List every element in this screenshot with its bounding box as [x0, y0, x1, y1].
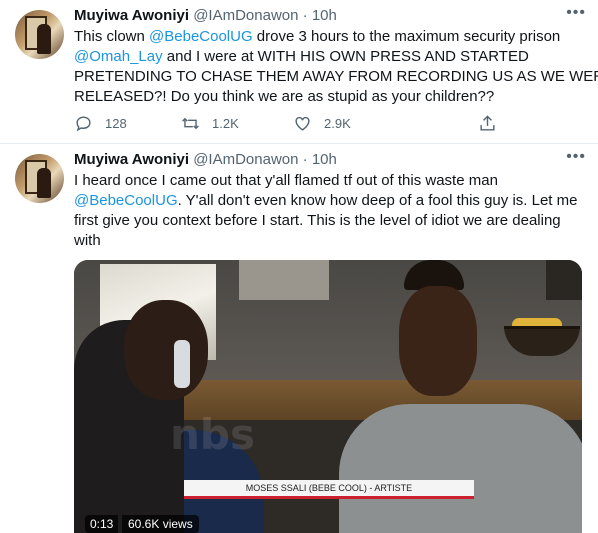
like-icon — [295, 116, 310, 131]
tweet-header: Muyiwa Awoniyi @IAmDonawon · 10h — [74, 6, 337, 26]
tweet[interactable]: Muyiwa Awoniyi @IAmDonawon · 10h ••• I h… — [0, 144, 598, 533]
timestamp[interactable]: 10h — [312, 151, 337, 168]
video-subject — [339, 404, 582, 533]
video-caption-bar — [184, 496, 474, 499]
share-button[interactable] — [478, 112, 509, 134]
reply-icon — [76, 115, 91, 131]
separator: · — [302, 151, 308, 168]
mention-link[interactable]: @BebeCoolUG — [74, 192, 178, 209]
like-count: 2.9K — [324, 115, 351, 131]
mention-link[interactable]: @BebeCoolUG — [149, 28, 253, 45]
text-span: I heard once I came out that y'all flame… — [74, 172, 498, 189]
video-views: 60.6K views — [122, 515, 199, 533]
video-watermark: nbs — [170, 410, 255, 459]
author-name[interactable]: Muyiwa Awoniyi — [74, 7, 189, 24]
avatar[interactable] — [15, 10, 64, 59]
video-player[interactable]: nbs MOSES SSALI (BEBE COOL) - ARTISTE 0:… — [74, 260, 582, 533]
video-interviewer — [124, 300, 208, 400]
tweet[interactable]: Muyiwa Awoniyi @IAmDonawon · 10h ••• Thi… — [0, 0, 598, 144]
video-caption: MOSES SSALI (BEBE COOL) - ARTISTE — [184, 480, 474, 496]
tweet-text: This clown @BebeCoolUG drove 3 hours to … — [74, 27, 598, 107]
text-span: . Y'all don't even know how deep of a fo… — [177, 192, 578, 209]
text-span: and I were at WITH HIS OWN PRESS AND STA… — [162, 48, 529, 65]
retweet-count: 1.2K — [212, 115, 239, 131]
text-span: drove 3 hours to the maximum security pr… — [252, 28, 561, 45]
mention-link[interactable]: @Omah_Lay — [74, 48, 163, 65]
separator: · — [302, 7, 308, 24]
reply-button[interactable]: 128 — [74, 112, 127, 134]
tweet-text: I heard once I came out that y'all flame… — [74, 171, 584, 251]
video-lamp — [546, 260, 582, 300]
avatar[interactable] — [15, 154, 64, 203]
retweet-icon — [182, 117, 199, 129]
like-button[interactable]: 2.9K — [293, 112, 351, 134]
text-span: RELEASED?! Do you think we are as stupid… — [74, 88, 495, 105]
text-span: PRETENDING TO CHASE THEM AWAY FROM RECOR… — [74, 68, 598, 85]
more-dots-icon[interactable]: ••• — [566, 5, 586, 21]
share-icon — [480, 114, 495, 131]
video-interviewer — [174, 340, 190, 388]
reply-count: 128 — [105, 115, 127, 131]
author-handle[interactable]: @IAmDonawon — [193, 151, 298, 168]
author-handle[interactable]: @IAmDonawon — [193, 7, 298, 24]
text-span: with — [74, 232, 101, 249]
timestamp[interactable]: 10h — [312, 7, 337, 24]
video-window — [239, 260, 329, 300]
text-span: This clown — [74, 28, 150, 45]
more-dots-icon[interactable]: ••• — [566, 149, 586, 165]
text-span: first give you context before I start. T… — [74, 212, 561, 229]
video-subject — [399, 286, 477, 396]
tweet-actions: 128 1.2K 2.9K — [74, 112, 534, 134]
author-name[interactable]: Muyiwa Awoniyi — [74, 151, 189, 168]
video-duration: 0:13 — [85, 515, 119, 533]
tweet-header: Muyiwa Awoniyi @IAmDonawon · 10h — [74, 150, 337, 170]
retweet-button[interactable]: 1.2K — [181, 112, 239, 134]
